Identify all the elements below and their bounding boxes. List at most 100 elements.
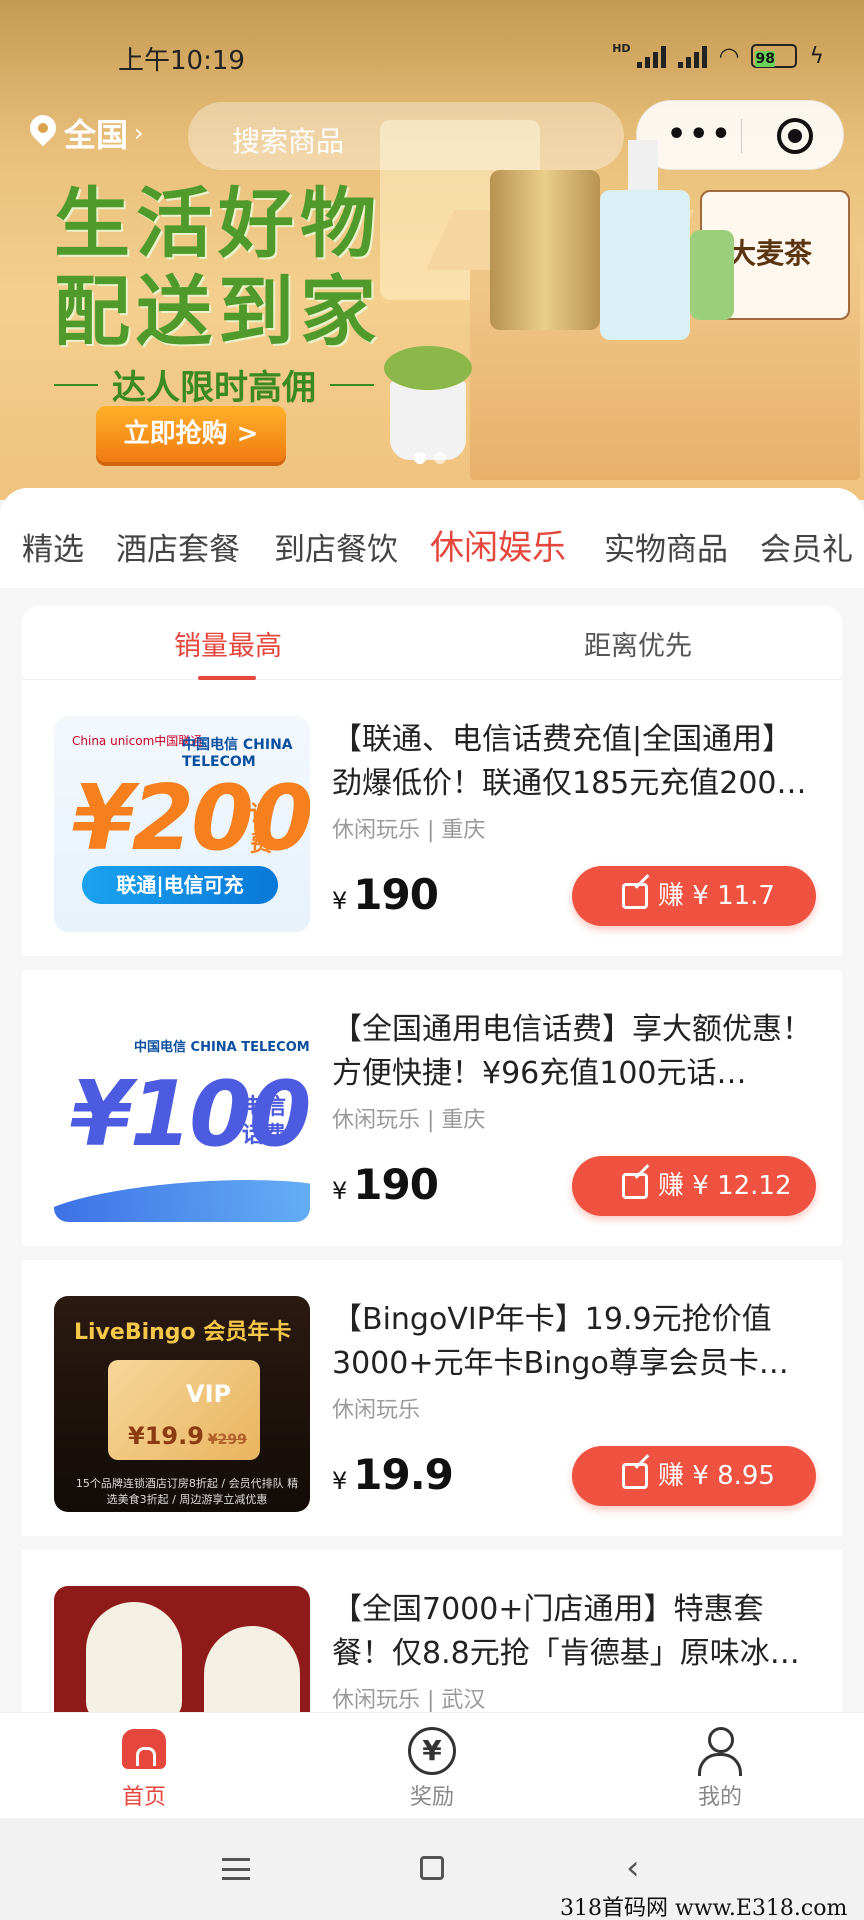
slogan-line-2: 配送到家 (54, 267, 382, 356)
slogan-line-3-text: 达人限时高佣 (112, 368, 316, 408)
ice-cream-icon (86, 1602, 182, 1712)
product-price: ¥190 (332, 870, 439, 919)
wifi-icon: ◠ (718, 42, 740, 70)
product-price: ¥190 (332, 1160, 439, 1209)
chevron-right-icon: › (134, 119, 144, 147)
search-placeholder: 搜索商品 (232, 125, 345, 158)
site-watermark: 318首码网 www.E318.com (560, 1896, 848, 1920)
thumb-wave-decoration (54, 1170, 310, 1222)
currency-symbol: ¥ (332, 887, 348, 915)
banner-slogan: 生活好物 配送到家 达人限时高佣 (54, 180, 382, 409)
product-panel: 销量最高 距离优先 China unicom中国联通 中国电信 CHINA TE… (22, 606, 842, 1712)
sort-tabs: 销量最高 距离优先 (22, 606, 842, 680)
tab-me-label: 我的 (697, 1785, 742, 1810)
location-pin-icon (28, 115, 58, 151)
location-selector[interactable]: 全国 › (28, 110, 144, 156)
earn-label: 赚 ¥ 8.95 (658, 1461, 775, 1491)
tab-home-label: 首页 (121, 1785, 166, 1810)
thumb-pill: 联通|电信可充 (82, 866, 278, 904)
miniapp-capsule: ••• (636, 100, 844, 170)
recent-apps-icon[interactable] (222, 1858, 250, 1880)
tab-hotel-packages[interactable]: 酒店套餐 (116, 524, 240, 569)
share-edit-icon (622, 883, 648, 909)
search-bar[interactable]: 搜索商品 (188, 102, 624, 170)
tab-rewards-label: 奖励 (409, 1785, 454, 1810)
telecom-logo-text: 中国电信 CHINA TELECOM (182, 737, 293, 770)
location-label: 全国 (64, 116, 129, 154)
lotion-bottle-illustration (600, 140, 690, 340)
earn-label: 赚 ¥ 11.7 (658, 881, 775, 911)
back-icon[interactable]: ‹ (626, 1851, 640, 1885)
thumb-heading: LiveBingo 会员年卡 (74, 1320, 292, 1345)
tab-rewards[interactable]: ¥ 奖励 (352, 1713, 512, 1819)
close-miniapp-icon[interactable] (777, 118, 813, 154)
product-meta: 休闲玩乐 | 重庆 (332, 818, 486, 843)
ice-cream-icon (204, 1626, 300, 1712)
tab-featured[interactable]: 精选 (22, 524, 84, 569)
telecom-logo-text: 中国电信 CHINA TELECOM (134, 1040, 310, 1055)
tab-leisure-entertainment[interactable]: 休闲娱乐 (430, 520, 566, 569)
product-title: 【全国通用电信话费】享大额优惠！方便快捷！¥96充值100元话… (332, 1012, 812, 1091)
vip-text: VIP (186, 1380, 232, 1408)
hd-indicator: HD (612, 42, 631, 55)
earn-commission-button[interactable]: 赚 ¥ 8.95 (572, 1446, 816, 1506)
product-thumbnail: 中国电信 CHINA TELECOM ¥100 电信话费 (54, 1006, 310, 1222)
serum-bottle-illustration (690, 230, 734, 320)
price-value: 190 (353, 1160, 439, 1209)
product-thumbnail: China unicom中国联通 中国电信 CHINA TELECOM ¥200… (54, 716, 310, 932)
bottom-tab-bar: 首页 ¥ 奖励 我的 (0, 1712, 864, 1818)
product-thumbnail: LiveBingo 会员年卡 VIP ¥19.9 ¥299 15个品牌连锁酒店订房… (54, 1296, 310, 1512)
earn-commission-button[interactable]: 赚 ¥ 11.7 (572, 866, 816, 926)
status-bar: 上午10:19 HD ◠ 98 ϟ (0, 30, 864, 80)
product-card[interactable]: China unicom中国联通 中国电信 CHINA TELECOM ¥200… (22, 680, 842, 970)
price-value: 190 (353, 870, 439, 919)
content-sheet: 精选 酒店套餐 到店餐饮 休闲娱乐 实物商品 会员礼 销量最高 距离优先 Chi… (0, 488, 864, 1712)
yen-icon: ¥ (408, 1727, 456, 1775)
thumb-fine-print: 15个品牌连锁酒店订房8折起 / 会员代排队 精选美食3折起 / 周边游享立减优… (75, 1477, 299, 1506)
vip-card-graphic: VIP ¥19.9 ¥299 (108, 1360, 260, 1460)
signal-icon-2 (677, 44, 707, 68)
earn-commission-button[interactable]: 赚 ¥ 12.12 (572, 1156, 816, 1216)
more-options-button[interactable]: ••• (667, 117, 734, 152)
earn-label: 赚 ¥ 12.12 (658, 1171, 792, 1201)
carousel-indicator (414, 452, 446, 464)
sort-nearest[interactable]: 距离优先 (584, 624, 692, 663)
card-price-value: ¥19.9 (128, 1422, 204, 1450)
battery-icon: 98 (751, 44, 798, 68)
card-old-price: ¥299 (207, 1432, 247, 1448)
tab-home[interactable]: 首页 (64, 1713, 224, 1819)
product-meta: 休闲玩乐 (332, 1398, 421, 1423)
tab-physical-goods[interactable]: 实物商品 (604, 524, 728, 569)
potted-plant-illustration (384, 346, 472, 460)
share-edit-icon (622, 1463, 648, 1489)
tab-member-gifts[interactable]: 会员礼 (760, 524, 853, 569)
price-value: 19.9 (353, 1450, 454, 1499)
charging-icon: ϟ (809, 43, 824, 69)
sunscreen-bottle-illustration (490, 170, 600, 330)
tab-dine-in[interactable]: 到店餐饮 (274, 524, 398, 569)
slogan-line-1: 生活好物 (54, 179, 382, 268)
hero-banner[interactable]: 上午10:19 HD ◠ 98 ϟ 全国 › 搜索商品 ••• 生活好物 配送到… (0, 0, 864, 500)
buy-now-button[interactable]: 立即抢购 > (96, 406, 286, 462)
battery-level: 98 (755, 51, 775, 67)
thumb-unit: 电信话费 (242, 1095, 287, 1148)
tab-me[interactable]: 我的 (640, 1713, 800, 1819)
tea-box-label: 大麦茶 (728, 237, 813, 270)
thumb-unit: 话费 (250, 802, 273, 857)
product-card[interactable]: LiveBingo 会员年卡 VIP ¥19.9 ¥299 15个品牌连锁酒店订房… (22, 1260, 842, 1550)
product-meta: 休闲玩乐 | 武汉 (332, 1688, 486, 1712)
system-home-icon[interactable] (420, 1856, 444, 1880)
product-card[interactable]: 【全国7000+门店通用】特惠套餐！仅8.8元抢「肯德基」原味冰… 休闲玩乐 |… (22, 1550, 842, 1712)
slogan-line-3: 达人限时高佣 (54, 360, 382, 409)
card-price: ¥19.9 ¥299 (128, 1422, 247, 1450)
currency-symbol: ¥ (332, 1177, 348, 1205)
home-icon (122, 1729, 166, 1769)
product-title: 【全国7000+门店通用】特惠套餐！仅8.8元抢「肯德基」原味冰… (332, 1592, 800, 1671)
status-time: 上午10:19 (118, 46, 245, 76)
product-meta: 休闲玩乐 | 重庆 (332, 1108, 486, 1133)
sort-top-sales[interactable]: 销量最高 (174, 624, 282, 663)
user-icon (698, 1727, 742, 1776)
product-price: ¥19.9 (332, 1450, 454, 1499)
product-card[interactable]: 中国电信 CHINA TELECOM ¥100 电信话费 【全国通用电信话费】享… (22, 970, 842, 1260)
product-thumbnail (54, 1586, 310, 1712)
